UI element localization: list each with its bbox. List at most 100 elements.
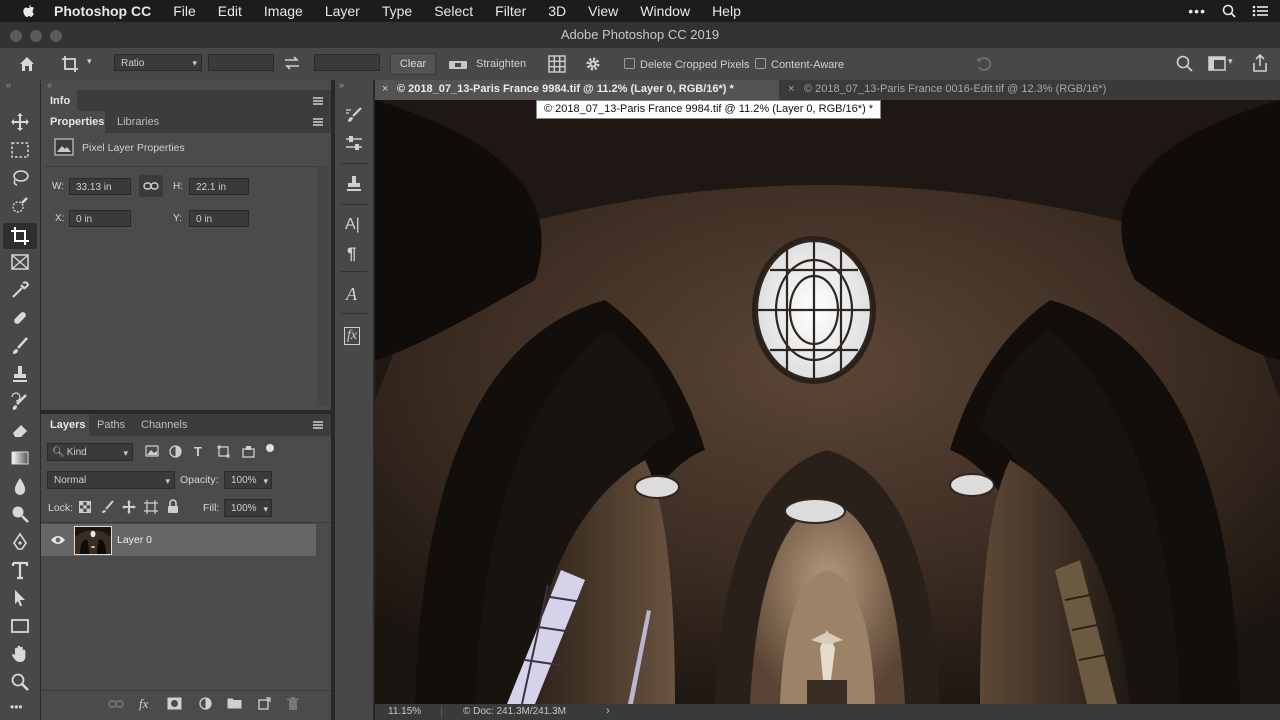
edit-toolbar-icon[interactable]: •••	[10, 700, 23, 714]
document-tab-inactive[interactable]: × © 2018_07_13-Paris France 0016-Edit.ti…	[780, 80, 1180, 100]
path-selection-tool-icon[interactable]	[10, 588, 30, 608]
collapse-panels-icon[interactable]: «	[47, 80, 52, 90]
more-dots-icon[interactable]: •••	[1188, 3, 1206, 19]
link-dimensions-button[interactable]	[139, 175, 163, 197]
close-tab-icon[interactable]: ×	[788, 83, 794, 95]
tab-layers[interactable]: Layers	[50, 419, 85, 431]
blend-mode-select[interactable]: Normal ▾	[47, 471, 175, 489]
info-panel-menu-icon[interactable]	[313, 97, 323, 105]
close-tab-icon[interactable]: ×	[382, 83, 388, 95]
new-adjustment-layer-icon[interactable]	[199, 697, 212, 710]
menu-select[interactable]: Select	[434, 3, 473, 19]
history-brush-tool-icon[interactable]	[10, 392, 30, 412]
lock-image-pixels-icon[interactable]	[101, 500, 114, 514]
crop-width-field[interactable]	[208, 54, 274, 71]
gear-icon[interactable]	[584, 55, 602, 73]
chevron-down-icon[interactable]: ▾	[87, 56, 92, 67]
blur-tool-icon[interactable]	[10, 476, 30, 496]
menu-window[interactable]: Window	[640, 3, 690, 19]
menu-3d[interactable]: 3D	[548, 3, 566, 19]
layer-row[interactable]: Layer 0	[41, 524, 316, 556]
delete-layer-trash-icon[interactable]	[287, 697, 299, 711]
brush-settings-icon[interactable]	[345, 106, 363, 124]
marquee-tool-icon[interactable]	[10, 140, 30, 160]
content-aware-checkbox[interactable]: Content-Aware	[755, 58, 844, 71]
zoom-tool-icon[interactable]	[10, 672, 30, 692]
clone-stamp-tool-icon[interactable]	[10, 364, 30, 384]
reset-undo-icon[interactable]	[975, 55, 993, 73]
tab-paths[interactable]: Paths	[97, 419, 125, 431]
gradient-tool-icon[interactable]	[10, 448, 30, 468]
ratio-select[interactable]: Ratio ▾	[114, 54, 202, 71]
x-position-field[interactable]: 0 in	[69, 210, 131, 227]
delete-cropped-pixels-checkbox[interactable]: Delete Cropped Pixels	[624, 58, 749, 71]
new-layer-icon[interactable]	[258, 697, 271, 710]
filter-shape-icon[interactable]	[217, 445, 230, 458]
app-name-menu[interactable]: Photoshop CC	[54, 3, 151, 19]
zoom-window-button[interactable]	[50, 30, 62, 42]
type-tool-icon[interactable]	[10, 560, 30, 580]
document-size-info[interactable]: © Doc: 241.3M/241.3M	[463, 706, 566, 717]
document-canvas[interactable]: © 2018_07_13-Paris France 9984.tif @ 11.…	[375, 100, 1280, 704]
crop-overlay-grid-icon[interactable]	[548, 55, 566, 73]
search-icon[interactable]	[1176, 55, 1193, 72]
filter-adjustment-icon[interactable]	[169, 445, 182, 458]
quick-selection-tool-icon[interactable]	[10, 196, 30, 216]
adjustments-sliders-icon[interactable]	[345, 135, 363, 151]
swap-dimensions-icon[interactable]	[284, 56, 300, 70]
menu-filter[interactable]: Filter	[495, 3, 526, 19]
layer-style-fx-icon[interactable]: fx	[139, 696, 148, 712]
close-window-button[interactable]	[10, 30, 22, 42]
menu-type[interactable]: Type	[382, 3, 412, 19]
fill-field[interactable]: 100% ▾	[224, 499, 272, 517]
home-icon[interactable]	[18, 55, 36, 73]
hand-tool-icon[interactable]	[10, 644, 30, 664]
dodge-tool-icon[interactable]	[10, 504, 30, 524]
width-field[interactable]: 33.13 in	[69, 178, 131, 195]
lock-artboard-icon[interactable]	[144, 500, 158, 514]
filter-pixel-icon[interactable]	[145, 445, 159, 457]
expand-panels-icon[interactable]: »	[339, 80, 344, 90]
eye-visibility-icon[interactable]	[50, 534, 66, 546]
document-tab-label[interactable]: © 2018_07_13-Paris France 9984.tif @ 11.…	[397, 83, 734, 95]
new-group-folder-icon[interactable]	[227, 697, 242, 709]
eraser-tool-icon[interactable]	[10, 420, 30, 440]
filter-toggle-icon[interactable]	[266, 444, 274, 452]
filter-smart-object-icon[interactable]	[242, 445, 255, 458]
menu-layer[interactable]: Layer	[325, 3, 360, 19]
eyedropper-tool-icon[interactable]	[10, 280, 30, 300]
layers-panel-menu-icon[interactable]	[313, 421, 323, 429]
character-panel-icon[interactable]: A|	[345, 216, 360, 234]
spotlight-search-icon[interactable]	[1222, 4, 1236, 18]
clone-source-icon[interactable]	[345, 175, 363, 193]
y-position-field[interactable]: 0 in	[189, 210, 249, 227]
document-tab-active[interactable]: × © 2018_07_13-Paris France 9984.tif @ 1…	[375, 80, 779, 100]
glyphs-panel-icon[interactable]: A	[346, 284, 357, 305]
opacity-field[interactable]: 100% ▾	[224, 471, 272, 489]
layer-filter-kind-select[interactable]: 🔍︎ Kind ▾	[47, 443, 133, 461]
straighten-level-icon[interactable]	[448, 57, 468, 71]
rectangle-tool-icon[interactable]	[10, 616, 30, 636]
crop-tool-preset-icon[interactable]	[60, 54, 80, 74]
crop-tool-icon[interactable]	[10, 226, 30, 246]
paragraph-panel-icon[interactable]: ¶	[347, 244, 356, 264]
lock-all-icon[interactable]	[167, 499, 179, 514]
tab-libraries[interactable]: Libraries	[117, 116, 159, 128]
menu-help[interactable]: Help	[712, 3, 741, 19]
layer-name[interactable]: Layer 0	[117, 534, 152, 546]
properties-scrollbar[interactable]	[317, 166, 329, 406]
minimize-window-button[interactable]	[30, 30, 42, 42]
pen-tool-icon[interactable]	[10, 532, 30, 552]
collapse-tools-icon[interactable]: »	[6, 80, 11, 90]
status-menu-chevron-right-icon[interactable]: ›	[606, 705, 610, 717]
height-field[interactable]: 22.1 in	[189, 178, 249, 195]
menu-edit[interactable]: Edit	[218, 3, 242, 19]
tab-info[interactable]: Info	[50, 95, 70, 107]
zoom-level[interactable]: 11.15%	[388, 706, 421, 717]
clear-button[interactable]: Clear	[390, 53, 436, 75]
document-tab-label[interactable]: © 2018_07_13-Paris France 0016-Edit.tif …	[804, 83, 1106, 95]
lasso-tool-icon[interactable]	[10, 168, 30, 188]
lock-transparent-pixels-icon[interactable]	[79, 501, 91, 513]
apple-icon[interactable]	[20, 3, 36, 19]
notification-list-icon[interactable]	[1252, 4, 1268, 18]
